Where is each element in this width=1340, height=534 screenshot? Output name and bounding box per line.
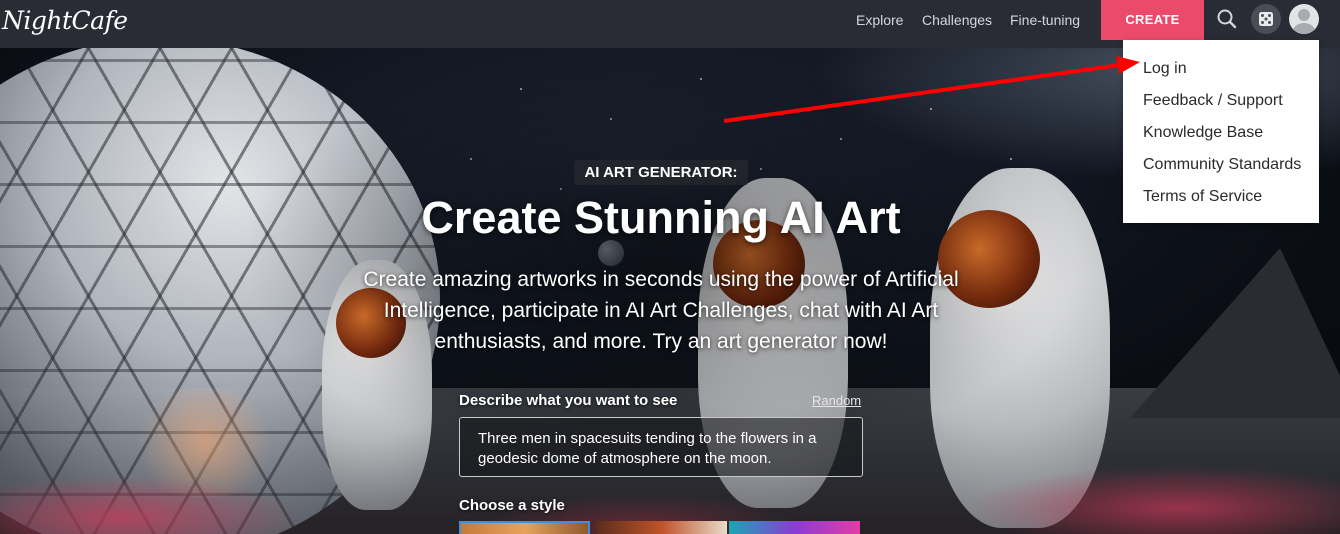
menu-item-feedback-support[interactable]: Feedback / Support [1143,92,1283,110]
dice-icon[interactable] [1251,4,1281,34]
menu-item-log-in[interactable]: Log in [1143,60,1187,78]
create-button[interactable]: CREATE [1101,0,1204,40]
nav-link-challenges[interactable]: Challenges [922,12,992,28]
search-icon[interactable] [1212,4,1242,34]
menu-item-knowledge-base[interactable]: Knowledge Base [1143,124,1263,142]
random-prompt-link[interactable]: Random [812,393,861,408]
hero-badge: AI ART GENERATOR: [574,160,748,185]
user-avatar-icon[interactable] [1289,4,1319,34]
prompt-label: Describe what you want to see [459,392,678,409]
style-option-3[interactable] [729,521,860,534]
nav-link-fine-tuning[interactable]: Fine-tuning [1010,12,1080,28]
nav-link-explore[interactable]: Explore [856,12,903,28]
style-option-2[interactable] [596,521,727,534]
prompt-input[interactable]: Three men in spacesuits tending to the f… [459,417,863,477]
hero-subtitle: Create amazing artworks in seconds using… [363,268,959,353]
style-option-1[interactable] [459,521,590,534]
nightcafe-logo[interactable]: NightCafe [2,6,128,35]
style-label: Choose a style [459,497,565,514]
hero-headline: Create Stunning AI Art [421,192,901,243]
menu-item-community-standards[interactable]: Community Standards [1143,156,1301,174]
